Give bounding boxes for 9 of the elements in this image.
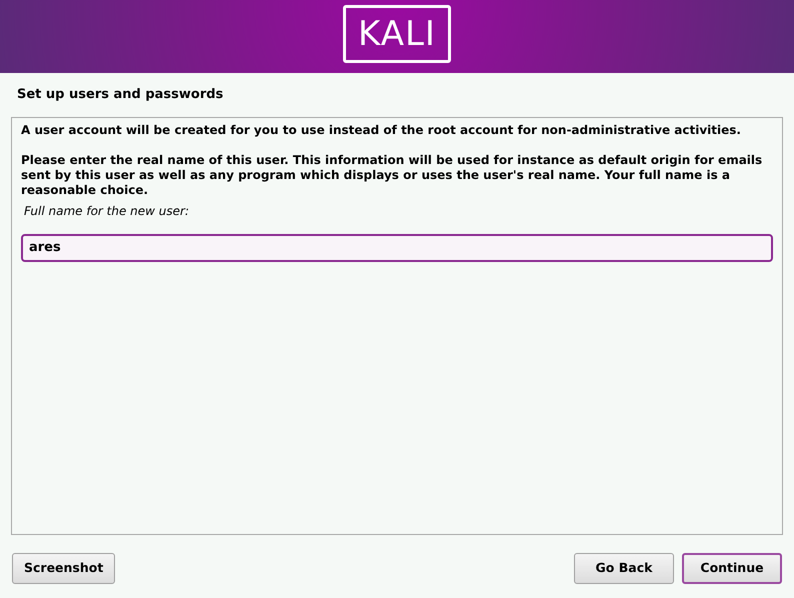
field-label: Full name for the new user: [24, 202, 190, 220]
logo: KALI [343, 4, 451, 62]
description-text: Please enter the real name of this user. This information will be used for instance as default origin for emails sent by this user as well as any program which displays or uses the user's real name. Your full name is a reasonable choice. [21, 152, 764, 198]
full-name-field[interactable]: ares [21, 234, 773, 262]
page-title: Set up users and passwords [16, 86, 224, 104]
dialog-button[interactable]: Continue [682, 552, 782, 584]
dialog-button[interactable]: Go Back [574, 552, 674, 584]
intro-text: A user account will be created for you to use instead of the root account for non-administrative activities. [21, 122, 742, 138]
dialog-button[interactable]: Screenshot [12, 552, 116, 584]
